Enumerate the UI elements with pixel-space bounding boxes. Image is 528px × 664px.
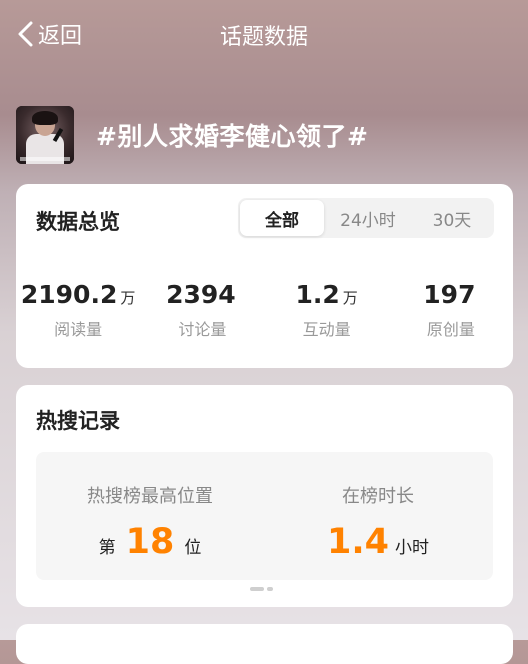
stat-value: 1.2	[295, 280, 340, 309]
time-range-tabs: 全部 24小时 30天	[238, 198, 494, 238]
stat-unit: 万	[120, 289, 136, 307]
stat-label: 讨论量	[178, 320, 227, 339]
stat-discussions: 2394 讨论量	[140, 280, 264, 340]
topic-thumbnail[interactable]	[16, 106, 74, 164]
tab-30d[interactable]: 30天	[410, 198, 494, 238]
next-card	[16, 624, 513, 664]
stat-value: 2190.2	[20, 280, 118, 309]
stat-label: 原创量	[426, 320, 475, 339]
hot-search-title: 热搜记录	[36, 409, 120, 433]
topic-header: #别人求婚李健心领了#	[16, 105, 368, 165]
peak-value: 18	[125, 522, 175, 562]
tab-24h[interactable]: 24小时	[326, 198, 410, 238]
stat-unit: 万	[342, 289, 358, 307]
stat-originals: 197 原创量	[389, 280, 513, 340]
topic-name: #别人求婚李健心领了#	[96, 122, 369, 151]
page-dot-active	[250, 587, 264, 591]
stat-value: 2394	[166, 280, 236, 309]
tab-all[interactable]: 全部	[240, 200, 324, 236]
page-dot	[267, 587, 273, 591]
time-on-chart-label: 在榜时长	[342, 486, 414, 507]
page-title: 话题数据	[219, 25, 308, 50]
stats-row: 2190.2 万 阅读量 2394 讨论量 1.2 万 互动量 197 原创量	[16, 280, 513, 340]
peak-suffix: 位	[184, 538, 202, 558]
stat-reads: 2190.2 万 阅读量	[16, 280, 140, 340]
stat-label: 互动量	[302, 320, 351, 339]
navigation-bar: 返回 话题数据	[0, 0, 528, 70]
time-on-chart: 在榜时长 1.4 小时	[264, 452, 492, 566]
duration-suffix: 小时	[395, 538, 429, 558]
page-indicator	[250, 587, 273, 591]
peak-prefix: 第	[98, 538, 116, 558]
stat-interactions: 1.2 万 互动量	[265, 280, 389, 340]
overview-card: 数据总览 全部 24小时 30天 2190.2 万 阅读量 2394 讨论量 1.…	[16, 184, 513, 368]
stat-value: 197	[423, 280, 476, 309]
stat-label: 阅读量	[54, 320, 103, 339]
overview-title: 数据总览	[36, 210, 120, 234]
peak-position-label: 热搜榜最高位置	[87, 486, 213, 507]
duration-value: 1.4	[326, 522, 389, 562]
hot-search-panel[interactable]: 热搜榜最高位置 第 18 位 在榜时长 1.4 小时	[36, 452, 493, 580]
hot-search-card: 热搜记录 热搜榜最高位置 第 18 位 在榜时长 1.4 小时	[16, 385, 513, 607]
peak-position: 热搜榜最高位置 第 18 位	[36, 452, 264, 566]
